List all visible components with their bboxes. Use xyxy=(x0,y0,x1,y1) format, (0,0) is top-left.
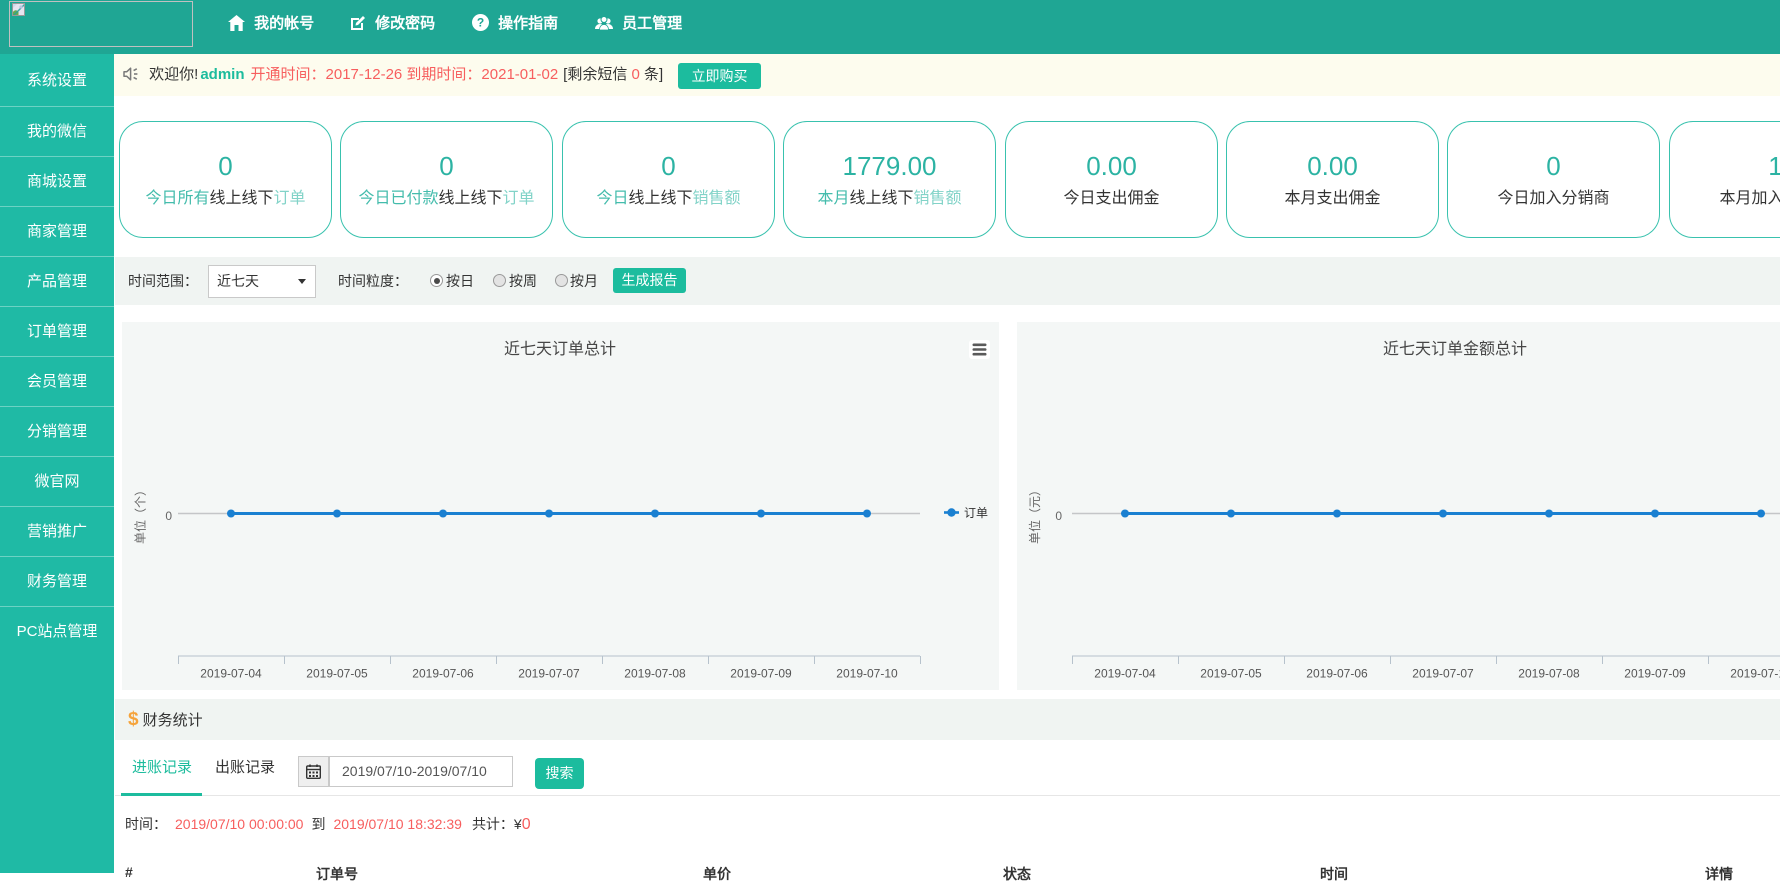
svg-text:2019-07-04: 2019-07-04 xyxy=(1094,667,1156,681)
svg-text:2019-07-08: 2019-07-08 xyxy=(624,667,686,681)
svg-text:0: 0 xyxy=(1055,509,1062,523)
svg-text:2019-07-07: 2019-07-07 xyxy=(1412,667,1474,681)
svg-text:单位（个）: 单位（个） xyxy=(133,484,148,544)
svg-text:2019-07-07: 2019-07-07 xyxy=(518,667,580,681)
svg-text:2019-07-10: 2019-07-10 xyxy=(1730,667,1780,681)
svg-text:近七天订单金额总计: 近七天订单金额总计 xyxy=(1383,340,1527,358)
svg-text:2019-07-09: 2019-07-09 xyxy=(1624,667,1686,681)
svg-text:2019-07-09: 2019-07-09 xyxy=(730,667,792,681)
svg-text:2019-07-05: 2019-07-05 xyxy=(306,667,368,681)
svg-text:近七天订单总计: 近七天订单总计 xyxy=(504,340,616,358)
svg-text:2019-07-04: 2019-07-04 xyxy=(200,667,262,681)
svg-text:2019-07-10: 2019-07-10 xyxy=(836,667,898,681)
svg-text:?: ? xyxy=(477,16,484,30)
svg-text:2019-07-05: 2019-07-05 xyxy=(1200,667,1262,681)
svg-text:2019-07-06: 2019-07-06 xyxy=(1306,667,1368,681)
svg-text:单位（元）: 单位（元） xyxy=(1027,484,1042,544)
svg-text:2019-07-06: 2019-07-06 xyxy=(412,667,474,681)
svg-text:2019-07-08: 2019-07-08 xyxy=(1518,667,1580,681)
svg-text:0: 0 xyxy=(165,509,172,523)
svg-text:订单: 订单 xyxy=(964,506,988,520)
